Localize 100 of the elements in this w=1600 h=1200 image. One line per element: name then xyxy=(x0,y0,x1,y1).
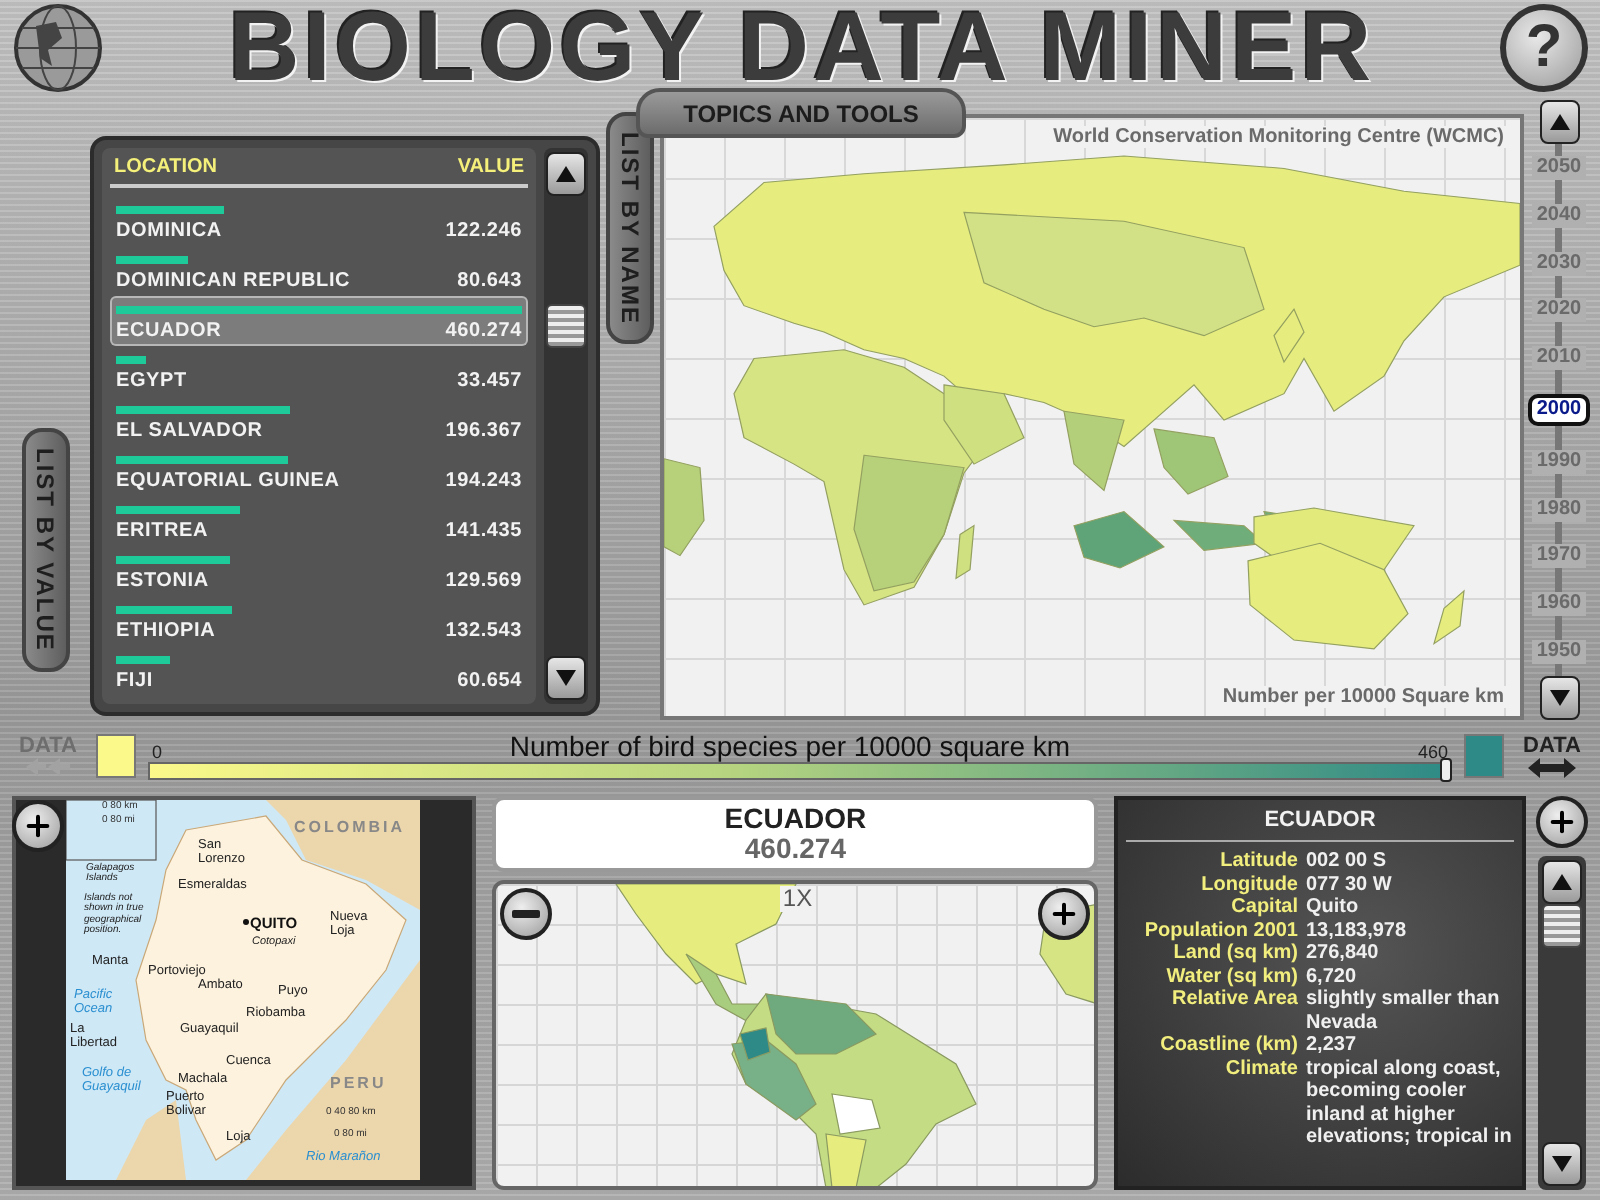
down-triangle-icon xyxy=(556,670,576,686)
year-label[interactable]: 2040 xyxy=(1532,203,1586,228)
year-label[interactable]: 1950 xyxy=(1532,640,1586,665)
location-value: 122.246 xyxy=(445,219,522,241)
location-name: DOMINICAN REPUBLIC xyxy=(116,269,351,291)
fact-value: 002 00 S xyxy=(1306,850,1389,873)
year-label[interactable]: 2020 xyxy=(1532,298,1586,323)
location-name: EGYPT xyxy=(116,369,187,391)
scroll-up-button[interactable] xyxy=(1542,860,1582,904)
map-label: PERU xyxy=(330,1076,387,1093)
list-row[interactable]: ERITREA 141.435 xyxy=(110,496,528,546)
fact-label: Capital xyxy=(1229,896,1298,919)
fact-label: Longitude xyxy=(1199,873,1298,896)
high-color-swatch xyxy=(1464,733,1504,777)
plus-icon xyxy=(22,810,54,842)
help-button[interactable]: ? xyxy=(1500,4,1588,92)
list-row[interactable]: ESTONIA 129.569 xyxy=(110,546,528,596)
scroll-down-button[interactable] xyxy=(1542,1142,1582,1186)
scale-title: Number of bird species per 10000 square km xyxy=(509,730,1071,762)
location-value: 129.569 xyxy=(445,569,522,591)
location-name: ECUADOR xyxy=(116,319,222,341)
map-source: World Conservation Monitoring Centre (WCMC) xyxy=(1049,126,1508,148)
zoom-out-button[interactable] xyxy=(500,888,553,940)
location-name: EQUATORIAL GUINEA xyxy=(116,469,340,491)
list-by-name-tab[interactable]: LIST BY NAME xyxy=(606,112,654,345)
down-triangle-icon xyxy=(1552,1156,1572,1172)
column-header: LOCATION xyxy=(114,156,217,178)
fact-label: Population 2001 xyxy=(1142,919,1298,942)
location-name: FIJI xyxy=(116,669,153,691)
list-row[interactable]: FIJI 60.654 xyxy=(110,646,528,696)
scroll-up-button[interactable] xyxy=(546,152,586,196)
topics-and-tools-tab[interactable]: TOPICS AND TOOLS xyxy=(636,88,966,138)
selected-value: 460.274 xyxy=(744,834,846,864)
fact-value: slightly smaller than Nevada xyxy=(1306,988,1502,1034)
scroll-thumb[interactable] xyxy=(1542,904,1582,948)
year-label[interactable]: 1960 xyxy=(1532,592,1586,617)
year-down-button[interactable] xyxy=(1539,676,1579,720)
location-value: 196.367 xyxy=(445,419,522,441)
zoom-in-button[interactable] xyxy=(1038,888,1090,940)
year-label[interactable]: 2050 xyxy=(1532,155,1586,180)
low-color-swatch xyxy=(96,733,136,777)
facts-title: ECUADOR xyxy=(1126,808,1514,842)
list-row[interactable]: ECUADOR 460.274 xyxy=(110,296,528,346)
location-value: 194.243 xyxy=(445,469,522,491)
year-label[interactable]: 1970 xyxy=(1532,544,1586,569)
map-label: COLOMBIA xyxy=(294,820,406,837)
up-triangle-icon xyxy=(1549,114,1569,130)
scale-min: 0 xyxy=(152,742,163,762)
scroll-thumb[interactable] xyxy=(546,304,586,348)
fact-label: Land (sq km) xyxy=(1171,942,1298,965)
fact-value: 276,840 xyxy=(1306,942,1381,965)
fact-label: Water (sq km) xyxy=(1164,965,1298,988)
list-row[interactable]: EL SALVADOR 196.367 xyxy=(110,396,528,446)
map-unit: Number per 10000 Square km xyxy=(1218,686,1508,708)
minus-icon xyxy=(512,910,541,918)
scale-thumb[interactable] xyxy=(1440,758,1452,782)
year-label[interactable]: 1980 xyxy=(1532,497,1586,522)
fact-value: tropical along coast, becoming cooler inland at higher elevations; tropical in xyxy=(1306,1057,1514,1149)
list-row[interactable]: EQUATORIAL GUINEA 194.243 xyxy=(110,446,528,496)
scroll-down-button[interactable] xyxy=(546,656,586,700)
list-row[interactable]: DOMINICA 122.246 xyxy=(110,196,528,246)
fact-value: Quito xyxy=(1306,896,1361,919)
selected-country: ECUADOR xyxy=(724,804,867,834)
location-name: ERITREA xyxy=(116,519,208,541)
fact-value: 13,183,978 xyxy=(1306,919,1409,942)
location-name: ESTONIA xyxy=(116,569,209,591)
year-label[interactable]: 1990 xyxy=(1532,449,1586,474)
list-row[interactable]: EGYPT 33.457 xyxy=(110,346,528,396)
fact-label: Coastline (km) xyxy=(1158,1034,1298,1057)
location-name: ETHIOPIA xyxy=(116,619,216,641)
year-label[interactable]: 2030 xyxy=(1532,251,1586,276)
fact-label: Relative Area xyxy=(1170,988,1298,1014)
fact-label: Climate xyxy=(1223,1057,1298,1083)
up-triangle-icon xyxy=(1552,874,1572,890)
location-value: 132.543 xyxy=(445,619,522,641)
list-by-value-tab[interactable]: LIST BY VALUE xyxy=(21,428,69,672)
location-value: 60.654 xyxy=(457,669,522,691)
plus-icon xyxy=(1048,898,1080,930)
scale-max: 460 xyxy=(1417,742,1448,762)
fact-value: 2,237 xyxy=(1306,1034,1359,1057)
expand-button[interactable] xyxy=(1536,796,1588,848)
fact-label: Latitude xyxy=(1218,850,1298,873)
zoom-in-button[interactable] xyxy=(12,800,64,852)
double-arrow-icon xyxy=(1528,757,1576,777)
globe-icon xyxy=(12,2,104,94)
year-label[interactable]: 2000 xyxy=(1528,393,1590,426)
fact-value: 077 30 W xyxy=(1306,873,1394,896)
location-name: DOMINICA xyxy=(116,219,222,241)
location-value: 33.457 xyxy=(457,369,522,391)
location-name: EL SALVADOR xyxy=(116,419,263,441)
fact-value: 6,720 xyxy=(1306,965,1359,988)
zoom-level: 1X xyxy=(780,886,815,912)
list-row[interactable]: ETHIOPIA 132.543 xyxy=(110,596,528,646)
data-forward-button[interactable]: DATA xyxy=(1516,733,1588,777)
location-value: 460.274 xyxy=(445,319,522,341)
year-label[interactable]: 2010 xyxy=(1532,346,1586,371)
list-row[interactable]: DOMINICAN REPUBLIC 80.643 xyxy=(110,246,528,296)
up-triangle-icon xyxy=(556,166,576,182)
location-value: 141.435 xyxy=(445,519,522,541)
year-up-button[interactable] xyxy=(1539,100,1579,144)
